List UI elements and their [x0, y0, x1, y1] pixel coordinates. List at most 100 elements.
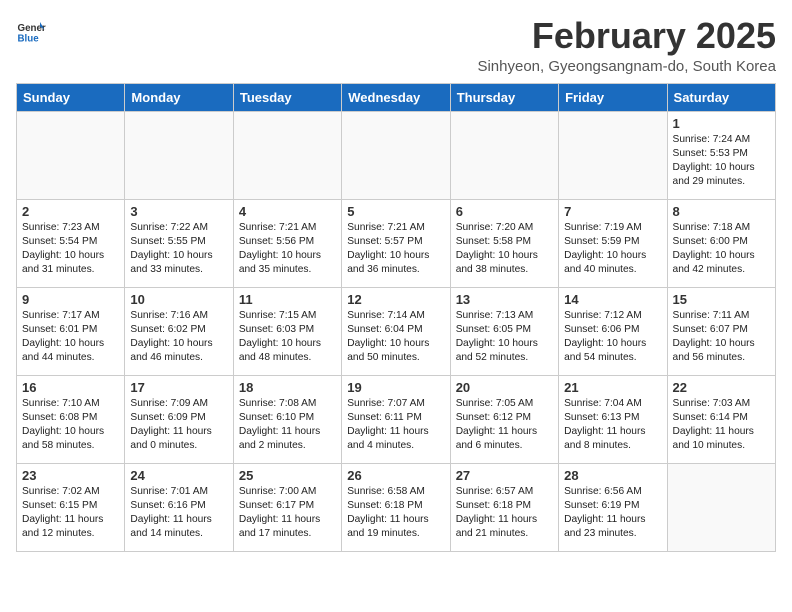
day-number: 12 — [347, 292, 444, 307]
day-cell: 22 Sunrise: 7:03 AM Sunset: 6:14 PM Dayli… — [667, 375, 775, 463]
day-cell — [342, 111, 450, 199]
day-number: 13 — [456, 292, 553, 307]
day-cell: 2 Sunrise: 7:23 AM Sunset: 5:54 PM Daylig… — [17, 199, 125, 287]
day-number: 17 — [130, 380, 227, 395]
day-cell: 5 Sunrise: 7:21 AM Sunset: 5:57 PM Daylig… — [342, 199, 450, 287]
week-row-2: 2 Sunrise: 7:23 AM Sunset: 5:54 PM Daylig… — [17, 199, 776, 287]
day-cell: 13 Sunrise: 7:13 AM Sunset: 6:05 PM Dayli… — [450, 287, 558, 375]
day-info: Sunrise: 7:19 AM Sunset: 5:59 PM Dayligh… — [564, 221, 661, 278]
day-cell — [559, 111, 667, 199]
location-title: Sinhyeon, Gyeongsangnam-do, South Korea — [477, 58, 776, 75]
day-info: Sunrise: 7:14 AM Sunset: 6:04 PM Dayligh… — [347, 309, 444, 366]
day-cell: 28 Sunrise: 6:56 AM Sunset: 6:19 PM Dayli… — [559, 463, 667, 551]
day-info: Sunrise: 7:20 AM Sunset: 5:58 PM Dayligh… — [456, 221, 553, 278]
logo-icon: General Blue — [16, 16, 46, 46]
day-cell: 4 Sunrise: 7:21 AM Sunset: 5:56 PM Daylig… — [233, 199, 341, 287]
day-cell: 6 Sunrise: 7:20 AM Sunset: 5:58 PM Daylig… — [450, 199, 558, 287]
weekday-header-friday: Friday — [559, 83, 667, 111]
day-info: Sunrise: 7:12 AM Sunset: 6:06 PM Dayligh… — [564, 309, 661, 366]
day-number: 3 — [130, 204, 227, 219]
day-number: 4 — [239, 204, 336, 219]
day-number: 26 — [347, 468, 444, 483]
day-cell: 14 Sunrise: 7:12 AM Sunset: 6:06 PM Dayli… — [559, 287, 667, 375]
weekday-header-saturday: Saturday — [667, 83, 775, 111]
day-cell: 26Sunrise: 6:58 AM Sunset: 6:18 PM Dayli… — [342, 463, 450, 551]
day-number: 14 — [564, 292, 661, 307]
day-cell: 11 Sunrise: 7:15 AM Sunset: 6:03 PM Dayli… — [233, 287, 341, 375]
day-info: Sunrise: 7:11 AM Sunset: 6:07 PM Dayligh… — [673, 309, 770, 366]
day-number: 20 — [456, 380, 553, 395]
day-cell — [667, 463, 775, 551]
day-info: Sunrise: 7:00 AM Sunset: 6:17 PM Dayligh… — [239, 485, 336, 542]
day-info: Sunrise: 7:09 AM Sunset: 6:09 PM Dayligh… — [130, 397, 227, 454]
day-number: 18 — [239, 380, 336, 395]
day-cell: 9 Sunrise: 7:17 AM Sunset: 6:01 PM Daylig… — [17, 287, 125, 375]
day-cell: 8 Sunrise: 7:18 AM Sunset: 6:00 PM Daylig… — [667, 199, 775, 287]
day-info: Sunrise: 7:03 AM Sunset: 6:14 PM Dayligh… — [673, 397, 770, 454]
day-cell: 10 Sunrise: 7:16 AM Sunset: 6:02 PM Dayli… — [125, 287, 233, 375]
page-header: General Blue February 2025 Sinhyeon, Gye… — [16, 16, 776, 75]
day-cell: 3 Sunrise: 7:22 AM Sunset: 5:55 PM Daylig… — [125, 199, 233, 287]
day-info: Sunrise: 6:56 AM Sunset: 6:19 PM Dayligh… — [564, 485, 661, 542]
week-row-3: 9 Sunrise: 7:17 AM Sunset: 6:01 PM Daylig… — [17, 287, 776, 375]
day-info: Sunrise: 7:13 AM Sunset: 6:05 PM Dayligh… — [456, 309, 553, 366]
week-row-1: 1Sunrise: 7:24 AM Sunset: 5:53 PM Daylig… — [17, 111, 776, 199]
day-cell: 25 Sunrise: 7:00 AM Sunset: 6:17 PM Dayli… — [233, 463, 341, 551]
day-info: Sunrise: 7:02 AM Sunset: 6:15 PM Dayligh… — [22, 485, 119, 542]
day-number: 8 — [673, 204, 770, 219]
day-cell: 23 Sunrise: 7:02 AM Sunset: 6:15 PM Dayli… — [17, 463, 125, 551]
day-info: Sunrise: 7:17 AM Sunset: 6:01 PM Dayligh… — [22, 309, 119, 366]
day-number: 22 — [673, 380, 770, 395]
day-info: Sunrise: 7:01 AM Sunset: 6:16 PM Dayligh… — [130, 485, 227, 542]
weekday-header-row: SundayMondayTuesdayWednesdayThursdayFrid… — [17, 83, 776, 111]
day-cell — [17, 111, 125, 199]
calendar-table: SundayMondayTuesdayWednesdayThursdayFrid… — [16, 83, 776, 552]
day-cell: 27Sunrise: 6:57 AM Sunset: 6:18 PM Dayli… — [450, 463, 558, 551]
weekday-header-wednesday: Wednesday — [342, 83, 450, 111]
logo: General Blue — [16, 16, 46, 46]
day-info: Sunrise: 7:18 AM Sunset: 6:00 PM Dayligh… — [673, 221, 770, 278]
day-cell: 21Sunrise: 7:04 AM Sunset: 6:13 PM Dayli… — [559, 375, 667, 463]
day-number: 5 — [347, 204, 444, 219]
day-cell: 20Sunrise: 7:05 AM Sunset: 6:12 PM Dayli… — [450, 375, 558, 463]
day-info: Sunrise: 7:08 AM Sunset: 6:10 PM Dayligh… — [239, 397, 336, 454]
day-info: Sunrise: 7:21 AM Sunset: 5:56 PM Dayligh… — [239, 221, 336, 278]
weekday-header-tuesday: Tuesday — [233, 83, 341, 111]
day-info: Sunrise: 7:10 AM Sunset: 6:08 PM Dayligh… — [22, 397, 119, 454]
svg-text:Blue: Blue — [18, 34, 40, 45]
day-cell — [233, 111, 341, 199]
day-number: 9 — [22, 292, 119, 307]
day-cell: 16Sunrise: 7:10 AM Sunset: 6:08 PM Dayli… — [17, 375, 125, 463]
weekday-header-sunday: Sunday — [17, 83, 125, 111]
day-cell: 15 Sunrise: 7:11 AM Sunset: 6:07 PM Dayli… — [667, 287, 775, 375]
day-number: 2 — [22, 204, 119, 219]
day-number: 27 — [456, 468, 553, 483]
day-cell: 18 Sunrise: 7:08 AM Sunset: 6:10 PM Dayli… — [233, 375, 341, 463]
day-number: 15 — [673, 292, 770, 307]
day-cell — [125, 111, 233, 199]
week-row-5: 23 Sunrise: 7:02 AM Sunset: 6:15 PM Dayli… — [17, 463, 776, 551]
day-number: 6 — [456, 204, 553, 219]
day-number: 25 — [239, 468, 336, 483]
day-info: Sunrise: 7:23 AM Sunset: 5:54 PM Dayligh… — [22, 221, 119, 278]
day-info: Sunrise: 7:21 AM Sunset: 5:57 PM Dayligh… — [347, 221, 444, 278]
day-cell: 19Sunrise: 7:07 AM Sunset: 6:11 PM Dayli… — [342, 375, 450, 463]
month-title: February 2025 — [477, 16, 776, 56]
weekday-header-monday: Monday — [125, 83, 233, 111]
day-number: 21 — [564, 380, 661, 395]
day-cell: 7Sunrise: 7:19 AM Sunset: 5:59 PM Daylig… — [559, 199, 667, 287]
day-number: 23 — [22, 468, 119, 483]
day-number: 24 — [130, 468, 227, 483]
day-number: 11 — [239, 292, 336, 307]
day-cell: 1Sunrise: 7:24 AM Sunset: 5:53 PM Daylig… — [667, 111, 775, 199]
day-number: 10 — [130, 292, 227, 307]
day-info: Sunrise: 7:16 AM Sunset: 6:02 PM Dayligh… — [130, 309, 227, 366]
svg-text:General: General — [18, 23, 47, 34]
day-number: 19 — [347, 380, 444, 395]
day-cell: 12 Sunrise: 7:14 AM Sunset: 6:04 PM Dayli… — [342, 287, 450, 375]
day-info: Sunrise: 7:24 AM Sunset: 5:53 PM Dayligh… — [673, 133, 770, 190]
day-info: Sunrise: 7:22 AM Sunset: 5:55 PM Dayligh… — [130, 221, 227, 278]
title-block: February 2025 Sinhyeon, Gyeongsangnam-do… — [477, 16, 776, 75]
day-number: 28 — [564, 468, 661, 483]
day-info: Sunrise: 7:15 AM Sunset: 6:03 PM Dayligh… — [239, 309, 336, 366]
